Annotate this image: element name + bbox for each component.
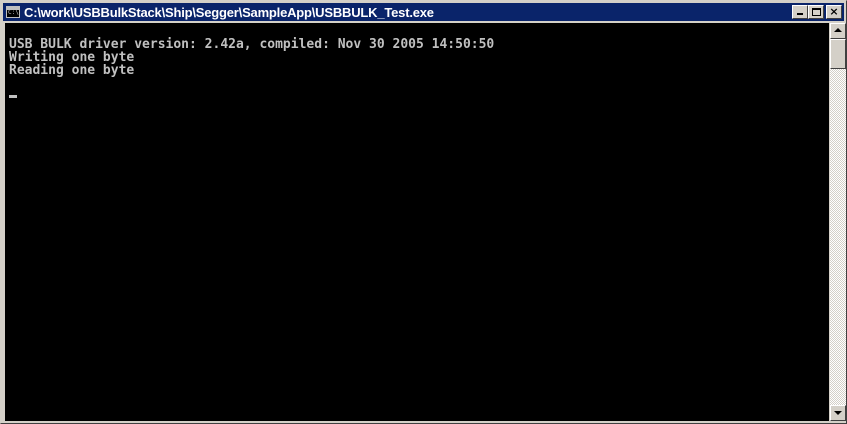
- arrow-down-icon: [834, 411, 842, 415]
- minimize-button[interactable]: [792, 5, 808, 19]
- console-line-reading: Reading one byte: [9, 63, 135, 78]
- maximize-button[interactable]: [808, 5, 824, 19]
- title-bar[interactable]: C:\work\USBBulkStack\Ship\Segger\SampleA…: [3, 3, 844, 21]
- close-button[interactable]: ×: [826, 5, 842, 19]
- text-cursor: [9, 95, 17, 98]
- scroll-down-button[interactable]: [830, 405, 846, 421]
- scroll-up-button[interactable]: [830, 23, 846, 39]
- scroll-thumb[interactable]: [830, 39, 846, 69]
- window-title: C:\work\USBBulkStack\Ship\Segger\SampleA…: [24, 4, 434, 20]
- console-app-icon[interactable]: [6, 6, 20, 18]
- console-lines: USB BULK driver version: 2.42a, compiled…: [9, 38, 494, 77]
- maximize-icon: [812, 8, 821, 16]
- minimize-icon: [797, 13, 803, 15]
- console-output[interactable]: USB BULK driver version: 2.42a, compiled…: [5, 23, 829, 421]
- console-window: C:\work\USBBulkStack\Ship\Segger\SampleA…: [0, 0, 847, 424]
- close-icon: ×: [829, 5, 839, 18]
- vertical-scrollbar[interactable]: [830, 23, 846, 421]
- window-controls: ×: [792, 5, 842, 19]
- arrow-up-icon: [834, 28, 842, 32]
